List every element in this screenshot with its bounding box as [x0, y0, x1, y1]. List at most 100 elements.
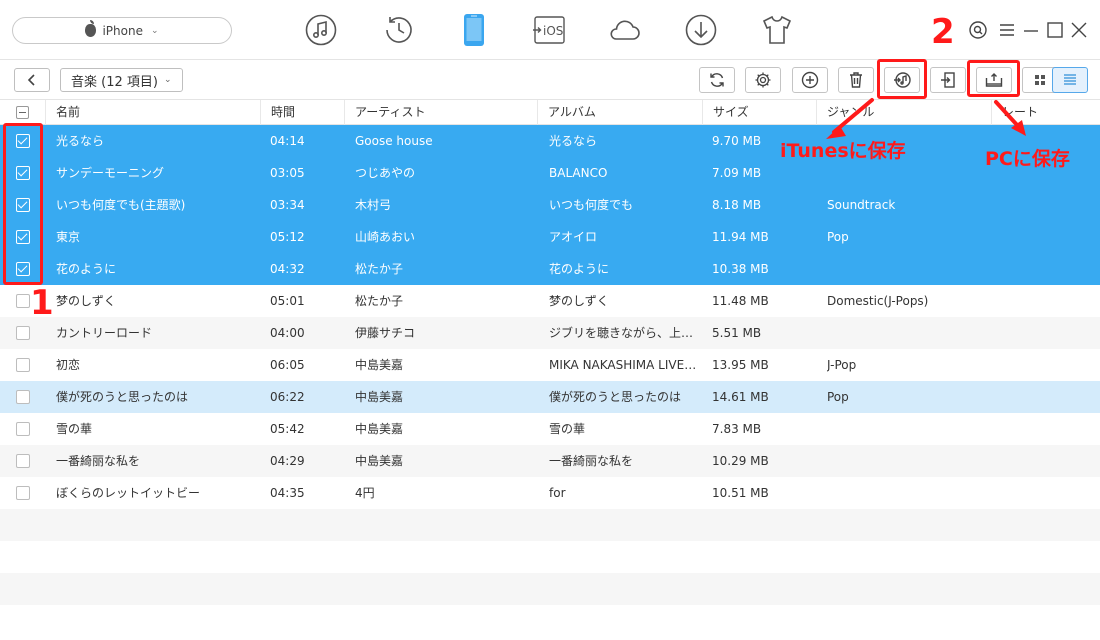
cell-time: 06:05	[270, 358, 305, 372]
table-row[interactable]: いつも何度でも(主題歌) 03:34 木村弓 いつも何度でも 8.18 MB Soundt…	[0, 189, 1100, 221]
cell-artist: 松たか子	[355, 294, 404, 308]
back-button[interactable]	[14, 68, 50, 92]
refresh-button[interactable]	[699, 67, 735, 93]
row-checkbox[interactable]	[16, 166, 30, 180]
row-checkbox[interactable]	[16, 390, 30, 404]
toolbar: 音楽 (12 項目) ⌄	[0, 60, 1100, 100]
table-row[interactable]: 初恋 06:05 中島美嘉 MIKA NAKASHIMA LIVE I... 13.95…	[0, 349, 1100, 381]
cell-time: 05:01	[270, 294, 305, 308]
cell-name: ぼくらのレットイットビー	[56, 486, 201, 500]
row-checkbox[interactable]	[16, 198, 30, 212]
row-checkbox[interactable]	[16, 230, 30, 244]
cell-name: サンデーモーニング	[56, 166, 165, 180]
cell-name: 梦のしずく	[56, 294, 116, 308]
iphone-icon[interactable]	[456, 12, 492, 48]
row-checkbox[interactable]	[16, 134, 30, 148]
import-button[interactable]	[930, 67, 966, 93]
menu-icon[interactable]	[996, 19, 1018, 41]
history-icon[interactable]	[381, 12, 417, 48]
cell-genre	[827, 477, 987, 509]
cell-name: 光るなら	[56, 134, 105, 148]
table-row[interactable]: 僕が死のうと思ったのは 06:22 中島美嘉 僕が死のうと思ったのは 14.61 MB P…	[0, 381, 1100, 413]
cell-album: MIKA NAKASHIMA LIVE I...	[549, 358, 697, 372]
add-button[interactable]	[792, 67, 828, 93]
cell-artist: 中島美嘉	[355, 454, 404, 468]
delete-button[interactable]	[838, 67, 874, 93]
music-icon[interactable]	[303, 12, 339, 48]
row-checkbox[interactable]	[16, 262, 30, 276]
cell-album: for	[549, 486, 566, 500]
table-row[interactable]: 東京 05:12 山崎あおい アオイロ 11.94 MB Pop	[0, 221, 1100, 253]
list-view-button[interactable]	[1052, 67, 1088, 93]
cell-artist: つじあやの	[355, 166, 416, 180]
cell-album: ジブリを聴きながら、上を向い...	[549, 326, 697, 340]
maximize-icon[interactable]	[1044, 19, 1066, 41]
settings-button[interactable]	[745, 67, 781, 93]
cell-time: 03:05	[270, 166, 305, 180]
table-row[interactable]: 花のように 04:32 松たか子 花のように 10.38 MB	[0, 253, 1100, 285]
cell-genre: Pop	[827, 230, 849, 244]
column-album[interactable]: アルバム	[537, 100, 702, 125]
cell-name: いつも何度でも(主題歌)	[56, 198, 186, 212]
table-row[interactable]: 梦のしずく 05:01 松たか子 梦のしずく 11.48 MB Domestic(J-Po…	[0, 285, 1100, 317]
cell-album: 一番綺丽な私を	[549, 454, 634, 468]
table-row[interactable]: 光るなら 04:14 Goose house 光るなら 9.70 MB	[0, 125, 1100, 157]
to-itunes-icon	[894, 72, 911, 88]
download-icon[interactable]	[683, 12, 719, 48]
category-dropdown[interactable]: 音楽 (12 項目) ⌄	[60, 68, 183, 92]
minimize-icon[interactable]	[1020, 19, 1042, 41]
cell-artist: 山崎あおい	[355, 230, 416, 244]
import-icon	[941, 72, 955, 88]
delete-icon	[850, 72, 862, 88]
apple-icon	[85, 20, 97, 37]
to-pc-button[interactable]	[976, 67, 1012, 93]
row-checkbox[interactable]	[16, 326, 30, 340]
row-checkbox[interactable]	[16, 358, 30, 372]
cell-size: 8.18 MB	[712, 198, 762, 212]
to-pc-icon	[985, 73, 1003, 87]
table-row[interactable]: 雪の華 05:42 中島美嘉 雪の華 7.83 MB	[0, 413, 1100, 445]
empty-row	[0, 573, 1100, 605]
table-row[interactable]: 一番綺丽な私を 04:29 中島美嘉 一番綺丽な私を 10.29 MB	[0, 445, 1100, 477]
cell-time: 04:00	[270, 326, 305, 340]
category-label: 音楽 (12 項目)	[71, 74, 158, 90]
column-genre[interactable]: ジャンル	[816, 100, 991, 125]
cell-time: 05:42	[270, 422, 305, 436]
table-row[interactable]: サンデーモーニング 03:05 つじあやの BALANCO 7.09 MB	[0, 157, 1100, 189]
table-row[interactable]: カントリーロード 04:00 伊藤サチコ ジブリを聴きながら、上を向い... 5.51 …	[0, 317, 1100, 349]
row-checkbox[interactable]	[16, 454, 30, 468]
cell-genre: Soundtrack	[827, 198, 896, 212]
column-time[interactable]: 時間	[260, 100, 344, 125]
tshirt-icon[interactable]	[759, 12, 795, 48]
row-checkbox[interactable]	[16, 422, 30, 436]
cell-time: 06:22	[270, 390, 305, 404]
column-artist[interactable]: アーティスト	[344, 100, 537, 125]
cell-size: 10.38 MB	[712, 262, 769, 276]
cell-genre: Domestic(J-Pops)	[827, 294, 929, 308]
app-window: iPhone ⌄ iOS 音楽 (12 項目) ⌄ 名前 時間 アーティスト ア…	[0, 0, 1100, 640]
column-name[interactable]: 名前	[45, 100, 260, 125]
close-icon[interactable]	[1068, 19, 1090, 41]
cell-artist: 伊藤サチコ	[355, 326, 416, 340]
column-rate[interactable]: レート	[991, 100, 1100, 125]
cell-size: 5.51 MB	[712, 326, 762, 340]
cell-name: 花のように	[56, 262, 117, 276]
select-all-checkbox[interactable]	[16, 106, 29, 119]
cloud-icon[interactable]	[606, 12, 642, 48]
to-itunes-button[interactable]	[884, 67, 920, 93]
column-size[interactable]: サイズ	[702, 100, 816, 125]
row-checkbox[interactable]	[16, 486, 30, 500]
table-row[interactable]: ぼくらのレットイットビー 04:35 4円 for 10.51 MB	[0, 477, 1100, 509]
row-checkbox[interactable]	[16, 294, 30, 308]
add-icon	[801, 71, 819, 89]
cell-name: カントリーロード	[56, 326, 153, 340]
cell-album: 雪の華	[549, 422, 586, 436]
device-selector[interactable]: iPhone ⌄	[12, 17, 232, 44]
search-icon[interactable]	[967, 19, 989, 41]
cell-artist: 中島美嘉	[355, 358, 404, 372]
to-ios-icon[interactable]: iOS	[531, 12, 567, 48]
cell-album: いつも何度でも	[549, 198, 634, 212]
cell-name: 雪の華	[56, 422, 93, 436]
cell-size: 10.29 MB	[712, 454, 769, 468]
cell-genre	[827, 413, 987, 445]
